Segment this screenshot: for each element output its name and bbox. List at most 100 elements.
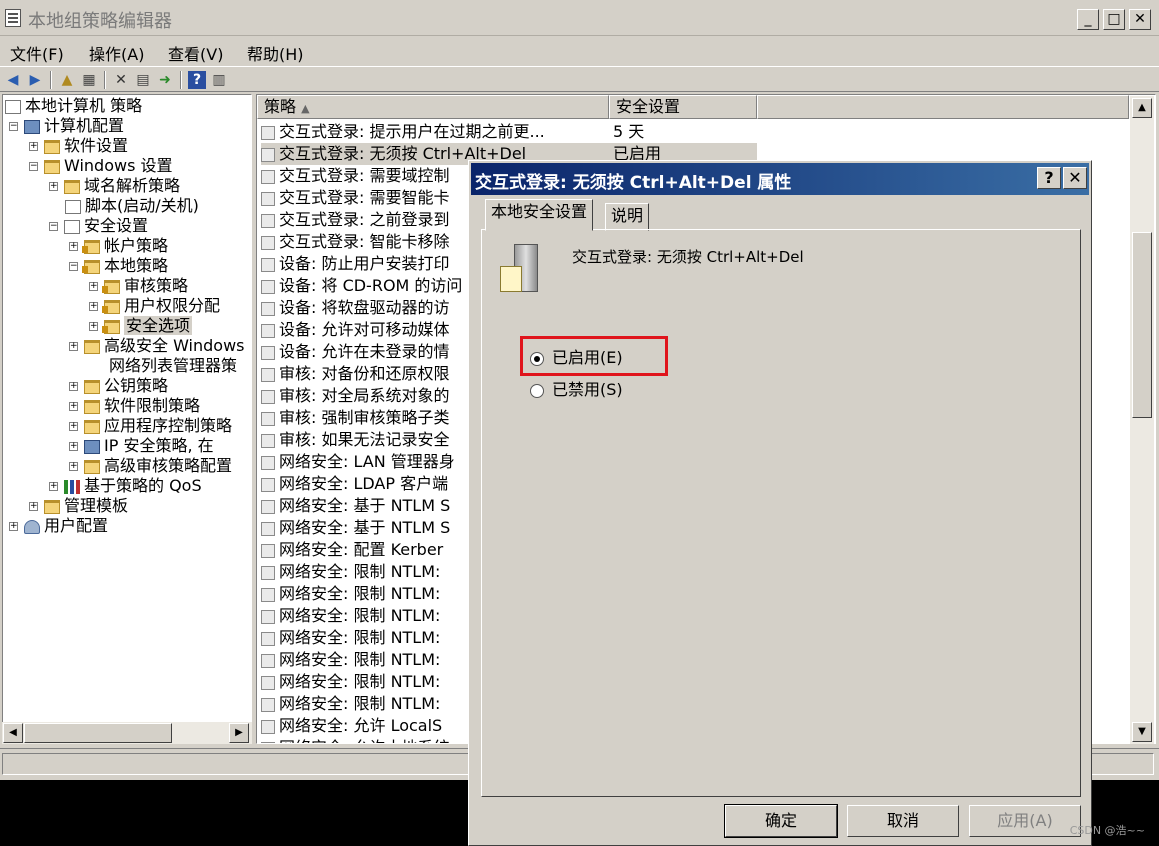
policy-cell: 网络安全: 允许 LocalS xyxy=(279,716,443,735)
paper-shape xyxy=(500,266,522,292)
tab-explain[interactable]: 说明 xyxy=(605,203,650,231)
expand-icon[interactable]: + xyxy=(89,302,98,311)
apply-button[interactable]: 应用(A) xyxy=(969,805,1081,837)
locked-folder-icon xyxy=(102,299,120,314)
help-button[interactable]: ? xyxy=(1037,167,1061,189)
user-icon xyxy=(24,519,40,534)
dialog-close-button[interactable]: ✕ xyxy=(1063,167,1087,189)
tree-label: 基于策略的 QoS xyxy=(84,476,202,495)
radio-disabled[interactable]: 已禁用(S) xyxy=(530,376,623,400)
expand-icon[interactable]: + xyxy=(69,382,78,391)
menu-file[interactable]: 文件(F) xyxy=(10,41,64,65)
menu-action[interactable]: 操作(A) xyxy=(89,41,144,65)
maximize-button[interactable]: □ xyxy=(1103,9,1125,30)
tree-item-security-settings[interactable]: − 安全设置 xyxy=(49,216,148,236)
tree-item-dns-policy[interactable]: + 域名解析策略 xyxy=(49,176,180,196)
tree-item-computer-config[interactable]: − 计算机配置 xyxy=(9,116,124,136)
tree-item-account-policy[interactable]: + 帐户策略 xyxy=(69,236,168,256)
tree-item-qos[interactable]: + 基于策略的 QoS xyxy=(49,476,202,496)
menu-help[interactable]: 帮助(H) xyxy=(247,41,304,65)
policy-item-icon xyxy=(261,565,275,580)
cancel-button[interactable]: 取消 xyxy=(847,805,959,837)
ok-button[interactable]: 确定 xyxy=(724,804,838,838)
tree-item-user-rights[interactable]: + 用户权限分配 xyxy=(89,296,220,316)
scroll-thumb[interactable] xyxy=(1132,232,1152,418)
expand-icon[interactable]: + xyxy=(69,422,78,431)
expand-icon[interactable]: + xyxy=(9,522,18,531)
tree-item-public-key[interactable]: + 公钥策略 xyxy=(69,376,168,396)
scroll-down-icon[interactable]: ▼ xyxy=(1132,722,1152,742)
properties-icon[interactable]: ▤ xyxy=(134,71,152,89)
collapse-icon[interactable]: − xyxy=(29,162,38,171)
scroll-up-icon[interactable]: ▲ xyxy=(1132,98,1152,118)
tree-item-app-control[interactable]: + 应用程序控制策略 xyxy=(69,416,232,436)
tree-item-windows-settings[interactable]: − Windows 设置 xyxy=(29,156,173,176)
tree-label: Windows 设置 xyxy=(64,156,173,175)
table-row[interactable]: 交互式登录: 提示用户在过期之前更... 5 天 xyxy=(261,121,757,143)
tree-item-security-options[interactable]: + 安全选项 xyxy=(89,316,193,336)
expand-icon[interactable]: + xyxy=(69,342,78,351)
folder-icon xyxy=(84,339,100,354)
expand-icon[interactable]: + xyxy=(89,282,98,291)
tree-item-software-settings[interactable]: + 软件设置 xyxy=(29,136,128,156)
minimize-button[interactable]: _ xyxy=(1077,9,1099,30)
expand-icon[interactable]: + xyxy=(29,142,38,151)
tree-item-scripts[interactable]: 脚本(启动/关机) xyxy=(65,196,199,216)
policy-item-icon xyxy=(261,609,275,624)
column-header-setting[interactable]: 安全设置 xyxy=(609,95,757,119)
expand-icon[interactable]: + xyxy=(89,322,98,331)
up-folder-icon[interactable]: ▲ xyxy=(58,71,76,89)
setting-cell: 5 天 xyxy=(613,122,645,141)
tree-item-local-policy[interactable]: − 本地策略 xyxy=(69,256,168,276)
tree-item-root[interactable]: 本地计算机 策略 xyxy=(5,96,142,116)
expand-icon[interactable]: + xyxy=(49,482,58,491)
expand-icon[interactable]: + xyxy=(29,502,38,511)
console-view-icon[interactable]: ▥ xyxy=(210,71,228,89)
menu-view[interactable]: 查看(V) xyxy=(168,41,223,65)
tree-item-ip-security[interactable]: + IP 安全策略, 在 xyxy=(69,436,214,456)
tree-item-audit-policy[interactable]: + 审核策略 xyxy=(89,276,188,296)
scroll-right-icon[interactable]: ▶ xyxy=(229,723,249,743)
tree-item-advanced-audit[interactable]: + 高级审核策略配置 xyxy=(69,456,232,476)
policy-cell: 网络安全: 基于 NTLM S xyxy=(279,518,451,537)
show-hide-tree-icon[interactable]: ▦ xyxy=(80,71,98,89)
toolbar-separator xyxy=(180,71,182,89)
tab-panel: 交互式登录: 无须按 Ctrl+Alt+Del 已启用(E) 已禁用(S) xyxy=(481,229,1081,797)
tree-label: 本地计算机 策略 xyxy=(25,96,143,115)
export-list-icon[interactable]: ➜ xyxy=(156,71,174,89)
scroll-thumb[interactable] xyxy=(24,723,172,743)
back-icon[interactable]: ◀ xyxy=(4,71,22,89)
list-vertical-scrollbar[interactable]: ▲ ▼ xyxy=(1130,96,1154,744)
dialog-title-bar[interactable]: 交互式登录: 无须按 Ctrl+Alt+Del 属性 ? ✕ xyxy=(471,163,1089,195)
expand-icon[interactable]: + xyxy=(69,402,78,411)
expand-icon[interactable]: + xyxy=(69,442,78,451)
collapse-icon[interactable]: − xyxy=(69,262,78,271)
expand-icon[interactable]: + xyxy=(69,462,78,471)
help-icon[interactable]: ? xyxy=(188,71,206,89)
scroll-left-icon[interactable]: ◀ xyxy=(3,723,23,743)
forward-icon[interactable]: ▶ xyxy=(26,71,44,89)
policy-item-icon xyxy=(261,631,275,646)
collapse-icon[interactable]: − xyxy=(9,122,18,131)
folder-icon xyxy=(84,419,100,434)
policy-cell: 网络安全: 配置 Kerber xyxy=(279,540,444,559)
tree-item-software-restriction[interactable]: + 软件限制策略 xyxy=(69,396,200,416)
collapse-icon[interactable]: − xyxy=(49,222,58,231)
tree-item-advanced-firewall[interactable]: + 高级安全 Windows xyxy=(69,336,245,356)
radio-enabled[interactable]: 已启用(E) xyxy=(530,344,623,368)
tree-item-admin-templates[interactable]: + 管理模板 xyxy=(29,496,128,516)
title-bar[interactable]: 本地组策略编辑器 _ □ ✕ xyxy=(0,0,1159,36)
radio-selected-icon[interactable] xyxy=(530,351,544,366)
radio-unselected-icon[interactable] xyxy=(530,383,544,398)
tree-item-user-config[interactable]: + 用户配置 xyxy=(9,516,108,536)
expand-icon[interactable]: + xyxy=(69,242,78,251)
tab-local-security-setting[interactable]: 本地安全设置 xyxy=(485,199,594,231)
delete-icon[interactable]: ✕ xyxy=(112,71,130,89)
column-header-policy[interactable]: 策略 ▲ xyxy=(257,95,609,119)
close-button[interactable]: ✕ xyxy=(1129,9,1151,30)
tree-item-network-list[interactable]: 网络列表管理器策 xyxy=(89,356,237,376)
policy-item-icon xyxy=(261,367,275,382)
tree-horizontal-scrollbar[interactable]: ◀ ▶ xyxy=(2,722,252,744)
expand-icon[interactable]: + xyxy=(49,182,58,191)
policy-item-icon xyxy=(261,477,275,492)
